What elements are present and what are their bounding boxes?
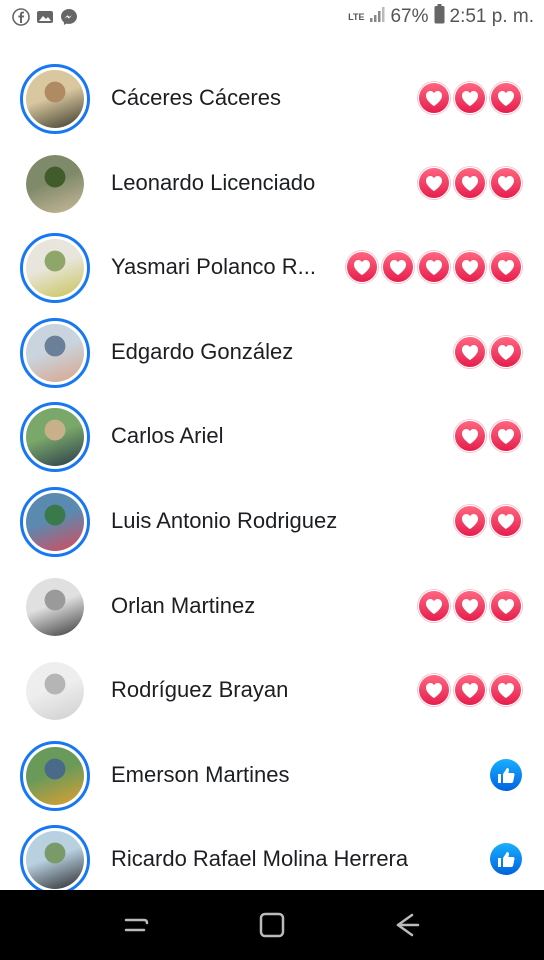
- love-reaction-icon: [418, 674, 450, 707]
- person-name[interactable]: Cáceres Cáceres: [111, 56, 281, 140]
- reaction-icons: [490, 758, 522, 791]
- love-reaction-icon: [454, 420, 486, 453]
- navigation-bar: [0, 890, 544, 960]
- love-reaction-icon: [418, 82, 450, 114]
- status-bar: LTE 67% 2:51 p. m.: [0, 0, 544, 34]
- love-reaction-icon: [418, 589, 450, 622]
- love-reaction-icon: [490, 589, 522, 622]
- avatar-photo: [26, 746, 84, 805]
- love-reaction-icon: [418, 251, 450, 284]
- avatar-photo: [26, 323, 84, 382]
- reaction-icons: [454, 335, 522, 368]
- reactions-list[interactable]: Cáceres Cáceres Leonardo Licenciado Yasmar…: [0, 0, 544, 890]
- list-item[interactable]: Luis Antonio Rodriguez: [0, 479, 544, 563]
- love-reaction-icon: [454, 505, 486, 537]
- love-reaction-icon: [490, 505, 522, 537]
- list-item[interactable]: Leonardo Licenciado: [0, 141, 544, 225]
- facebook-icon: [12, 8, 30, 26]
- person-name[interactable]: Luis Antonio Rodriguez: [111, 479, 337, 563]
- love-reaction-icon: [454, 166, 486, 199]
- list-item[interactable]: Carlos Ariel: [0, 394, 544, 478]
- like-reaction-icon: [490, 843, 522, 876]
- avatar[interactable]: [26, 577, 84, 636]
- person-name[interactable]: Ricardo Rafael Molina Herrera: [111, 817, 408, 890]
- reaction-icons: [346, 251, 522, 284]
- network-type: LTE: [348, 11, 365, 22]
- love-reaction-icon: [454, 251, 486, 284]
- reaction-icons: [454, 505, 522, 537]
- system-status: LTE 67% 2:51 p. m.: [348, 4, 534, 30]
- avatar[interactable]: [26, 154, 84, 213]
- gallery-icon: [36, 8, 54, 26]
- signal-icon: [369, 5, 385, 29]
- reaction-icons: [454, 420, 522, 453]
- person-name[interactable]: Rodríguez Brayan: [111, 648, 288, 732]
- list-item[interactable]: Orlan Martinez: [0, 564, 544, 648]
- love-reaction-icon: [382, 251, 414, 284]
- list-item[interactable]: Yasmari Polanco R...: [0, 225, 544, 309]
- avatar[interactable]: [26, 662, 84, 721]
- battery-percent: 67%: [390, 6, 429, 27]
- avatar-photo: [26, 831, 84, 890]
- love-reaction-icon: [418, 166, 450, 199]
- person-name[interactable]: Edgardo González: [111, 310, 293, 394]
- reaction-icons: [418, 166, 522, 199]
- list-item[interactable]: Rodríguez Brayan: [0, 648, 544, 732]
- avatar[interactable]: [20, 740, 90, 811]
- reaction-icons: [418, 589, 522, 622]
- person-name[interactable]: Yasmari Polanco R...: [111, 225, 316, 309]
- list-item[interactable]: Edgardo González: [0, 310, 544, 394]
- avatar-photo: [26, 577, 84, 636]
- avatar[interactable]: [20, 317, 90, 388]
- avatar-photo: [26, 70, 84, 128]
- recent-apps-icon[interactable]: [117, 905, 157, 945]
- clock: 2:51 p. m.: [449, 6, 535, 27]
- love-reaction-icon: [454, 589, 486, 622]
- avatar-photo: [26, 493, 84, 551]
- avatar[interactable]: [20, 64, 90, 134]
- list-item[interactable]: Cáceres Cáceres: [0, 56, 544, 140]
- notification-icons: [12, 8, 78, 26]
- reaction-icons: [418, 82, 522, 114]
- love-reaction-icon: [490, 251, 522, 284]
- reaction-icons: [490, 843, 522, 876]
- avatar-photo: [26, 662, 84, 721]
- messenger-icon: [60, 8, 78, 26]
- love-reaction-icon: [490, 420, 522, 453]
- person-name[interactable]: Emerson Martines: [111, 733, 290, 817]
- avatar-photo: [26, 408, 84, 467]
- person-name[interactable]: Orlan Martinez: [111, 564, 255, 648]
- back-icon[interactable]: [387, 905, 427, 945]
- person-name[interactable]: Leonardo Licenciado: [111, 141, 315, 225]
- like-reaction-icon: [490, 758, 522, 791]
- love-reaction-icon: [454, 335, 486, 368]
- love-reaction-icon: [490, 335, 522, 368]
- love-reaction-icon: [490, 82, 522, 114]
- list-item[interactable]: Emerson Martines: [0, 733, 544, 817]
- avatar-photo: [26, 154, 84, 213]
- avatar[interactable]: [20, 487, 90, 557]
- avatar-photo: [26, 239, 84, 298]
- love-reaction-icon: [346, 251, 378, 284]
- love-reaction-icon: [454, 82, 486, 114]
- home-icon[interactable]: [252, 905, 292, 945]
- love-reaction-icon: [490, 674, 522, 707]
- person-name[interactable]: Carlos Ariel: [111, 394, 223, 478]
- list-item[interactable]: Ricardo Rafael Molina Herrera: [0, 817, 544, 890]
- avatar[interactable]: [20, 233, 90, 304]
- love-reaction-icon: [454, 674, 486, 707]
- battery-icon: [434, 4, 445, 30]
- reaction-icons: [418, 674, 522, 707]
- avatar[interactable]: [20, 402, 90, 473]
- avatar[interactable]: [20, 825, 90, 890]
- love-reaction-icon: [490, 166, 522, 199]
